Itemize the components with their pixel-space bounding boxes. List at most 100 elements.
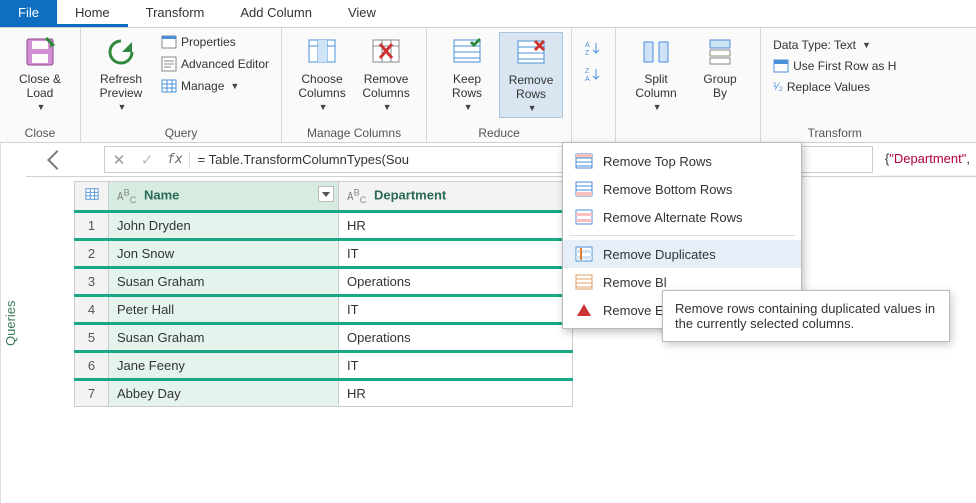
row-number[interactable]: 6 (75, 351, 109, 379)
chevron-down-icon: ▼ (37, 100, 46, 114)
group-split: Split Column▼ Group By (616, 28, 761, 142)
group-by-button[interactable]: Group By (688, 32, 752, 102)
cancel-formula-icon[interactable]: ✕ (105, 151, 133, 169)
svg-text:A: A (585, 76, 590, 82)
group-label-transform: Transform (769, 124, 900, 140)
tooltip-remove-duplicates: Remove rows containing duplicated values… (662, 290, 950, 342)
replace-values-button[interactable]: ¹⁄₂ Replace Values (769, 78, 900, 96)
group-label-close: Close (8, 124, 72, 140)
remove-columns-button[interactable]: Remove Columns▼ (354, 32, 418, 116)
group-label-sort (580, 124, 607, 140)
row-number[interactable]: 4 (75, 295, 109, 323)
commit-formula-icon[interactable]: ✓ (133, 151, 161, 169)
choose-columns-icon (306, 36, 338, 68)
sort-desc-button[interactable]: ZA (580, 64, 604, 84)
manage-button[interactable]: Manage▼ (157, 76, 273, 96)
split-column-button[interactable]: Split Column▼ (624, 32, 688, 116)
row-number[interactable]: 3 (75, 267, 109, 295)
formula-text[interactable]: = Table.TransformColumnTypes(Sou (190, 152, 417, 168)
split-icon (640, 36, 672, 68)
group-reduce-rows: Keep Rows▼ Remove Rows▼ Reduce (427, 28, 572, 142)
editor-icon (161, 56, 177, 72)
close-and-load-button[interactable]: Close & Load▼ (8, 32, 72, 116)
refresh-preview-button[interactable]: Refresh Preview▼ (89, 32, 153, 116)
cell-department[interactable]: IT (339, 239, 573, 267)
table-row[interactable]: 1John DrydenHR (75, 211, 573, 239)
group-label-split (624, 124, 752, 140)
sort-asc-button[interactable]: AZ (580, 38, 604, 58)
menu-remove-alternate-rows[interactable]: Remove Alternate Rows (563, 203, 801, 231)
choose-columns-button[interactable]: Choose Columns▼ (290, 32, 354, 116)
table-icon (773, 58, 789, 74)
chevron-down-icon: ▼ (230, 81, 239, 91)
table-icon (161, 78, 177, 94)
cell-department[interactable]: HR (339, 211, 573, 239)
menu-remove-top-rows[interactable]: Remove Top Rows (563, 147, 801, 175)
row-number[interactable]: 7 (75, 379, 109, 406)
row-number[interactable]: 5 (75, 323, 109, 351)
column-filter-button[interactable] (318, 186, 334, 202)
corner-cell[interactable] (75, 182, 109, 212)
remove-duplicates-icon (575, 246, 593, 262)
table-icon (85, 187, 99, 201)
cell-department[interactable]: Operations (339, 267, 573, 295)
tab-transform[interactable]: Transform (128, 0, 223, 27)
menu-remove-bottom-rows[interactable]: Remove Bottom Rows (563, 175, 801, 203)
first-row-headers-button[interactable]: Use First Row as H (769, 56, 900, 76)
column-header-department[interactable]: ABC Department (339, 182, 573, 212)
table-row[interactable]: 7Abbey DayHR (75, 379, 573, 406)
replace-icon: ¹⁄₂ (773, 81, 783, 93)
cell-name[interactable]: Susan Graham (109, 267, 339, 295)
properties-button[interactable]: Properties (157, 32, 273, 52)
remove-rows-icon (515, 37, 547, 69)
tab-home[interactable]: Home (57, 0, 128, 27)
remove-bottom-icon (575, 181, 593, 197)
table-row[interactable]: 4Peter HallIT (75, 295, 573, 323)
column-header-name[interactable]: ABC Name (109, 182, 339, 212)
remove-alt-icon (575, 209, 593, 225)
data-type-button[interactable]: Data Type: Text▼ (769, 36, 900, 54)
cell-name[interactable]: Jon Snow (109, 239, 339, 267)
sort-asc-icon: AZ (584, 40, 600, 56)
expand-queries-button[interactable] (26, 143, 88, 176)
cell-name[interactable]: John Dryden (109, 211, 339, 239)
adv-editor-label: Advanced Editor (181, 57, 269, 71)
properties-icon (161, 34, 177, 50)
queries-pane-tab[interactable]: Queries (0, 143, 26, 503)
group-query: Refresh Preview▼ Properties Advanced Edi… (81, 28, 282, 142)
table-row[interactable]: 2Jon SnowIT (75, 239, 573, 267)
cell-department[interactable]: Operations (339, 323, 573, 351)
row-number[interactable]: 1 (75, 211, 109, 239)
table-row[interactable]: 5Susan GrahamOperations (75, 323, 573, 351)
keep-rows-icon (451, 36, 483, 68)
cell-name[interactable]: Abbey Day (109, 379, 339, 406)
group-label-manage-cols: Manage Columns (290, 124, 418, 140)
row-number[interactable]: 2 (75, 239, 109, 267)
remove-rows-button[interactable]: Remove Rows▼ (499, 32, 563, 118)
svg-text:Z: Z (585, 68, 590, 75)
table-row[interactable]: 3Susan GrahamOperations (75, 267, 573, 295)
menu-label: Remove Bottom Rows (603, 182, 732, 197)
keep-rows-label: Keep Rows (452, 72, 482, 100)
disk-icon (24, 36, 56, 68)
cell-department[interactable]: HR (339, 379, 573, 406)
chevron-down-icon: ▼ (383, 100, 392, 114)
tab-view[interactable]: View (330, 0, 394, 27)
group-sort: AZ ZA (572, 28, 616, 142)
menu-remove-duplicates[interactable]: Remove Duplicates (563, 240, 801, 268)
cell-department[interactable]: IT (339, 295, 573, 323)
tab-file[interactable]: File (0, 0, 57, 27)
keep-rows-button[interactable]: Keep Rows▼ (435, 32, 499, 116)
table-row[interactable]: 6Jane FeenyIT (75, 351, 573, 379)
menu-separator (569, 235, 795, 236)
advanced-editor-button[interactable]: Advanced Editor (157, 54, 273, 74)
cell-name[interactable]: Peter Hall (109, 295, 339, 323)
close-load-label: Close & Load (19, 72, 61, 100)
cell-department[interactable]: IT (339, 351, 573, 379)
col-name-label: Name (144, 188, 179, 203)
text-type-icon: ABC (117, 190, 136, 203)
ribbon: Close & Load▼ Close Refresh Preview▼ Pro… (0, 28, 976, 143)
tab-add-column[interactable]: Add Column (222, 0, 330, 27)
cell-name[interactable]: Jane Feeny (109, 351, 339, 379)
cell-name[interactable]: Susan Graham (109, 323, 339, 351)
